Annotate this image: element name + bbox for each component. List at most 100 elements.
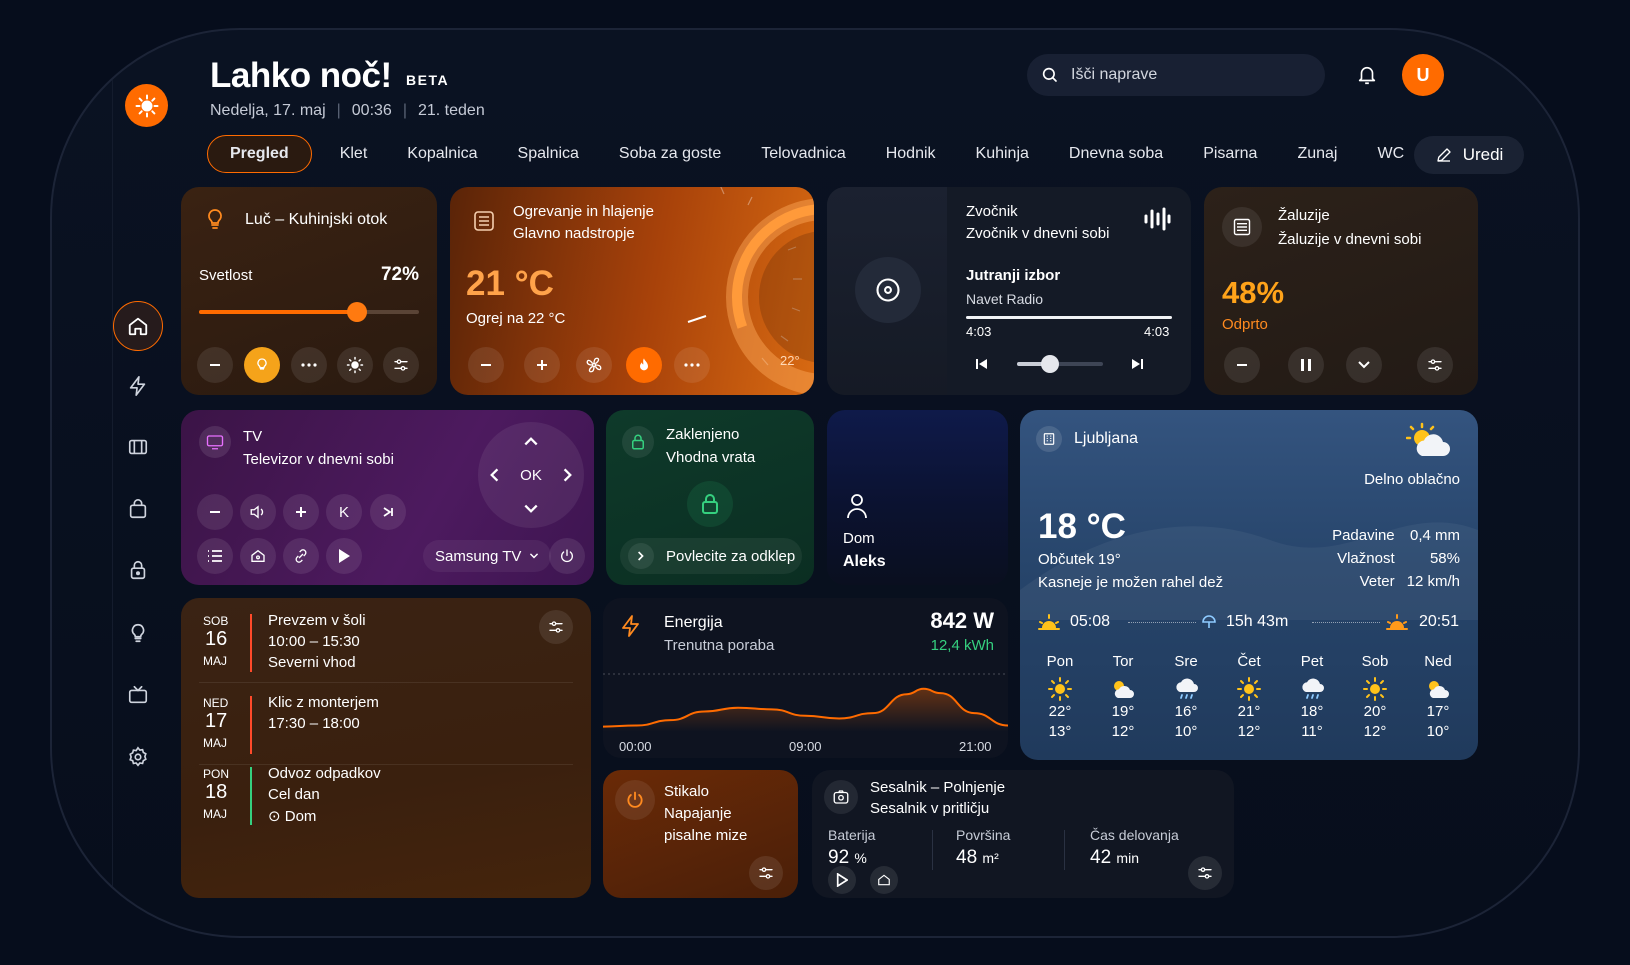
forecast-high: 17° xyxy=(1426,703,1450,720)
forecast-day[interactable]: Tor 19° 12° xyxy=(1101,653,1145,740)
heating-decrease-button[interactable] xyxy=(468,347,504,383)
light-settings-button[interactable] xyxy=(383,347,419,383)
nav-settings-icon[interactable] xyxy=(113,732,163,782)
blinds-pause-button[interactable] xyxy=(1288,347,1324,383)
forecast-day[interactable]: Ned 17° 10° xyxy=(1416,653,1460,740)
switch-settings-button[interactable] xyxy=(749,856,783,890)
dpad-right-button[interactable] xyxy=(562,467,574,483)
power-icon xyxy=(615,780,655,820)
blinds-settings-button[interactable] xyxy=(1417,347,1453,383)
tv-source-select[interactable]: Samsung TV xyxy=(423,540,552,572)
dpad-up-button[interactable] xyxy=(523,435,539,447)
weather-details: Padavine 0,4 mm Vlažnost 58% Veter 12 km… xyxy=(1332,527,1460,590)
tv-volume-down-button[interactable] xyxy=(197,494,233,530)
heating-more-button[interactable] xyxy=(674,347,710,383)
tv-power-button[interactable] xyxy=(549,538,585,574)
dpad-down-button[interactable] xyxy=(523,503,539,515)
light-decrease-button[interactable] xyxy=(197,347,233,383)
energy-value: 12,4 kWh xyxy=(930,637,994,654)
blinds-close-button[interactable] xyxy=(1224,347,1260,383)
track-progress-bar[interactable] xyxy=(966,316,1172,319)
brightness-slider[interactable] xyxy=(199,302,419,322)
tab-pisarna[interactable]: Pisarna xyxy=(1183,135,1277,173)
event-day: 18 xyxy=(205,781,228,803)
forecast-day[interactable]: Sob 20° 12° xyxy=(1353,653,1397,740)
volume-slider[interactable] xyxy=(1017,355,1103,373)
tab-soba-za-goste[interactable]: Soba za goste xyxy=(599,135,741,173)
tv-home-button[interactable] xyxy=(240,538,276,574)
edit-button[interactable]: Uredi xyxy=(1414,136,1524,174)
nav-lightbulb-icon[interactable] xyxy=(113,608,163,658)
blinds-down-button[interactable] xyxy=(1346,347,1382,383)
previous-track-button[interactable] xyxy=(974,357,988,371)
volume-knob[interactable] xyxy=(1040,355,1059,373)
forecast-day-name: Sre xyxy=(1174,653,1198,670)
event-color-bar xyxy=(250,767,252,825)
pause-icon xyxy=(1301,359,1311,371)
next-track-button[interactable] xyxy=(1131,357,1145,371)
light-power-button[interactable] xyxy=(244,347,280,383)
tv-volume-up-button[interactable] xyxy=(283,494,319,530)
search-bar[interactable] xyxy=(1027,54,1325,96)
light-more-button[interactable] xyxy=(291,347,327,383)
lightbulb-icon xyxy=(208,209,222,229)
heat-mode-button[interactable] xyxy=(626,347,662,383)
search-input[interactable] xyxy=(1071,66,1301,84)
tab-klet[interactable]: Klet xyxy=(320,135,388,173)
calendar-event[interactable]: PON 18 MAJ Odvoz odpadkov Cel dan ⊙ Dom xyxy=(181,765,591,837)
calendar-event[interactable]: NED 17 MAJ Klic z monterjem 17:30 – 18:00 xyxy=(181,694,591,766)
play-icon xyxy=(339,549,350,563)
switch-line2: pisalne mize xyxy=(664,827,748,844)
nav-lock-icon[interactable] xyxy=(113,545,163,595)
tab-dnevna-soba[interactable]: Dnevna soba xyxy=(1049,135,1183,173)
forecast-day[interactable]: Čet 21° 12° xyxy=(1227,653,1271,740)
nav-shopping-icon[interactable] xyxy=(113,484,163,534)
tab-zunaj[interactable]: Zunaj xyxy=(1277,135,1357,173)
slide-to-unlock[interactable]: Povlecite za odklep xyxy=(620,538,802,574)
blinds-icon xyxy=(1222,207,1262,247)
notifications-bell-icon[interactable] xyxy=(1352,60,1382,90)
forecast-day[interactable]: Sre 16° 10° xyxy=(1164,653,1208,740)
event-month: MAJ xyxy=(203,736,227,750)
tab-spalnica[interactable]: Spalnica xyxy=(498,135,599,173)
calendar-event[interactable]: SOB 16 MAJ Prevzem v šoli 10:00 – 15:30 Sever… xyxy=(181,612,591,684)
slide-label: Povlecite za odklep xyxy=(666,547,796,565)
tab-pregled[interactable]: Pregled xyxy=(207,135,312,173)
weather-forecast-text: Kasneje je možen rahel dež xyxy=(1038,574,1224,591)
vacuum-start-button[interactable] xyxy=(828,866,856,894)
user-avatar[interactable]: U xyxy=(1402,54,1444,96)
slide-handle[interactable] xyxy=(628,543,654,569)
tab-hodnik[interactable]: Hodnik xyxy=(866,135,956,173)
blinds-subtitle: Žaluzije v dnevni sobi xyxy=(1278,231,1422,248)
vacuum-settings-button[interactable] xyxy=(1188,856,1222,890)
tv-dpad[interactable]: OK xyxy=(478,422,584,528)
tv-mute-button[interactable] xyxy=(240,494,276,530)
brightness-slider-fill xyxy=(199,310,358,314)
tab-kopalnica[interactable]: Kopalnica xyxy=(387,135,497,173)
calendar-card: SOB 16 MAJ Prevzem v šoli 10:00 – 15:30 Sever… xyxy=(181,598,591,898)
sun-logo-icon[interactable] xyxy=(125,84,168,127)
tv-channel-button[interactable]: K xyxy=(326,494,362,530)
chevron-right-icon xyxy=(638,551,644,561)
brightness-label: Svetlost xyxy=(199,267,253,284)
brightness-slider-knob[interactable] xyxy=(347,302,368,322)
tab-kuhinja[interactable]: Kuhinja xyxy=(956,135,1049,173)
tv-source-label: Samsung TV xyxy=(435,547,522,565)
tv-play-button[interactable] xyxy=(326,538,362,574)
heating-increase-button[interactable] xyxy=(524,347,560,383)
tv-back-button[interactable] xyxy=(283,538,319,574)
tab-telovadnica[interactable]: Telovadnica xyxy=(741,135,866,173)
tv-menu-button[interactable] xyxy=(197,538,233,574)
light-brightness-button[interactable] xyxy=(337,347,373,383)
dpad-left-button[interactable] xyxy=(488,467,500,483)
vacuum-dock-button[interactable] xyxy=(870,866,898,894)
nav-tv-icon[interactable] xyxy=(113,670,163,720)
tv-skip-button[interactable] xyxy=(370,494,406,530)
nav-devices-icon[interactable] xyxy=(113,422,163,472)
forecast-day[interactable]: Pon 22° 13° xyxy=(1038,653,1082,740)
nav-energy-icon[interactable] xyxy=(113,361,163,411)
fan-mode-button[interactable] xyxy=(576,347,612,383)
forecast-day[interactable]: Pet 18° 11° xyxy=(1290,653,1334,740)
nav-home-icon[interactable] xyxy=(113,301,163,351)
dpad-ok-button[interactable]: OK xyxy=(513,462,549,488)
